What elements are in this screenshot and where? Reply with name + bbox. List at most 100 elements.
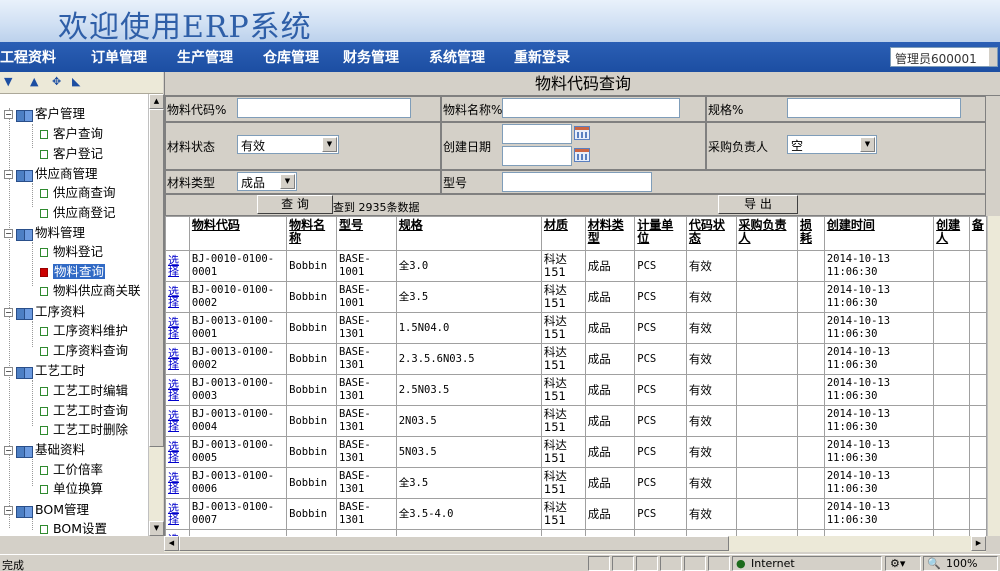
cell-empty [735,436,798,468]
zoom-icon[interactable]: 🔍 [927,557,941,570]
query-button[interactable]: 查 询 [257,195,333,214]
menu-production[interactable]: 生产管理 [177,47,233,67]
tree-group-craft-hours[interactable]: − 工艺工时 [4,360,85,379]
cell-empty [968,467,987,499]
tree-item-material-register[interactable]: 物料登记 [40,241,103,260]
cell-name: Bobbin [286,498,338,530]
grid-vscroll[interactable] [987,216,1000,536]
tree-item-label: 物料查询 [53,264,106,279]
tree-scrollbar[interactable]: ▲ ▼ [148,94,164,536]
main-panel: 物料代码查询 物料代码% 物料名称% 规格% 材料状态 有效 ▼ 创建日期 采购… [164,72,1000,536]
tree-item-price-ratio[interactable]: 工价倍率 [40,459,103,478]
export-button[interactable]: 导 出 [718,195,798,214]
spec-input[interactable] [787,98,961,118]
select-link[interactable]: 选择 [165,436,190,468]
tree-item-material-query[interactable]: 物料查询 [40,261,106,280]
cell-empty [933,281,970,313]
tree-item-craft-delete[interactable]: 工艺工时删除 [40,419,128,438]
folder-icon [16,366,33,379]
select-link[interactable]: 选择 [165,405,190,437]
cell-empty [933,467,970,499]
cell-empty [735,467,798,499]
select-link[interactable]: 选择 [165,374,190,406]
scroll-down-icon[interactable]: ▼ [149,521,164,536]
select-link[interactable]: 选择 [165,343,190,375]
tree-item-process-maintain[interactable]: 工序资料维护 [40,320,128,339]
cell-empty [933,250,970,282]
scroll-left-icon[interactable]: ◀ [164,536,179,551]
hscroll-thumb[interactable] [179,536,729,551]
cell-type: 成品 [584,498,636,530]
select-link[interactable]: 选择 [165,498,190,530]
tree-item-process-query[interactable]: 工序资料查询 [40,340,128,359]
code-input[interactable] [237,98,411,118]
cell-spec: 全3.5 [395,467,542,499]
tree-item-unit-convert[interactable]: 单位换算 [40,478,103,497]
cell-model: BASE-1301 [336,312,397,344]
tree-group-customer[interactable]: − 客户管理 [4,103,85,122]
collapse-icon[interactable]: ▼ [4,75,12,88]
menu-system[interactable]: 系统管理 [429,47,485,67]
name-input[interactable] [502,98,680,118]
select-link[interactable]: 选择 [165,467,190,499]
tree-item-customer-register[interactable]: 客户登记 [40,143,103,162]
expand-icon[interactable]: ▲ [30,75,38,88]
admin-dropdown-arrow[interactable] [989,48,997,66]
menu-engineering[interactable]: 工程资料 [0,47,56,67]
admin-select[interactable]: 管理员600001 [890,47,998,67]
cell-empty [796,250,825,282]
scroll-right-icon[interactable]: ▶ [971,536,986,551]
calendar-icon[interactable] [574,148,590,162]
table-row: 选择 BJ-0013-0100-0005 Bobbin BASE-1301 5N03.5… [165,436,987,468]
chevron-down-icon[interactable]: ▼ [860,137,875,152]
tree-item-customer-query[interactable]: 客户查询 [40,123,103,142]
cell-empty [968,405,987,437]
tree-item-bom-setup[interactable]: BOM设置 [40,518,107,536]
page-icon [40,347,48,356]
tree-group-material[interactable]: − 物料管理 [4,222,85,241]
tree-group-basic[interactable]: − 基础资料 [4,439,85,458]
tree-group-label: BOM管理 [35,502,89,517]
menu-bar: 工程资料 订单管理 生产管理 仓库管理 财务管理 系统管理 重新登录 [0,42,1000,72]
tree-item-label: 工序资料维护 [53,323,129,338]
select-link[interactable]: 选择 [165,281,190,313]
scroll-up-icon[interactable]: ▲ [149,94,164,109]
tree-item-material-supplier[interactable]: 物料供应商关联 [40,280,141,299]
tree-item-supplier-register[interactable]: 供应商登记 [40,202,116,221]
cell-material: 科达151 [540,467,586,499]
col-header-status: 代码状态 [685,216,737,251]
chevron-down-icon[interactable]: ▼ [322,137,337,152]
chevron-down-icon[interactable]: ▼ [280,174,295,189]
date-to-input[interactable] [502,146,572,166]
menu-warehouse[interactable]: 仓库管理 [263,47,319,67]
refresh-icon[interactable]: ✥ [52,75,61,88]
buyer-select[interactable]: 空 ▼ [787,135,877,154]
select-link[interactable]: 选择 [165,312,190,344]
tree-item-craft-query[interactable]: 工艺工时查询 [40,400,128,419]
status-select[interactable]: 有效 ▼ [237,135,339,154]
date-from-input[interactable] [502,124,572,144]
menu-orders[interactable]: 订单管理 [91,47,147,67]
type-select[interactable]: 成品 ▼ [237,172,297,191]
protected-mode-icon[interactable]: ⚙▾ [890,557,905,570]
tree-group-bom[interactable]: − BOM管理 [4,499,89,518]
status-label: 材料状态 [167,140,216,154]
folder-icon [16,228,33,241]
grid-hscroll[interactable]: ◀ ▶ [164,536,986,552]
tree-group-process[interactable]: − 工序资料 [4,301,85,320]
cell-empty [735,498,798,530]
table-row: 选择 BJ-0013-0100-0007 Bobbin BASE-1301 全3.5-4… [165,498,987,530]
menu-relogin[interactable]: 重新登录 [514,47,570,67]
cell-code: BJ-0013-0100-0007 [188,498,288,530]
tree-item-supplier-query[interactable]: 供应商查询 [40,182,116,201]
model-input[interactable] [502,172,652,192]
menu-finance[interactable]: 财务管理 [343,47,399,67]
select-link[interactable]: 选择 [165,250,190,282]
cell-material: 科达151 [540,374,586,406]
settings-icon[interactable]: ◣ [72,75,80,88]
scroll-thumb[interactable] [149,109,164,447]
tree-group-supplier[interactable]: − 供应商管理 [4,163,98,182]
tree-item-craft-edit[interactable]: 工艺工时编辑 [40,380,128,399]
zoom-level[interactable]: 100% [946,557,977,570]
calendar-icon[interactable] [574,126,590,140]
